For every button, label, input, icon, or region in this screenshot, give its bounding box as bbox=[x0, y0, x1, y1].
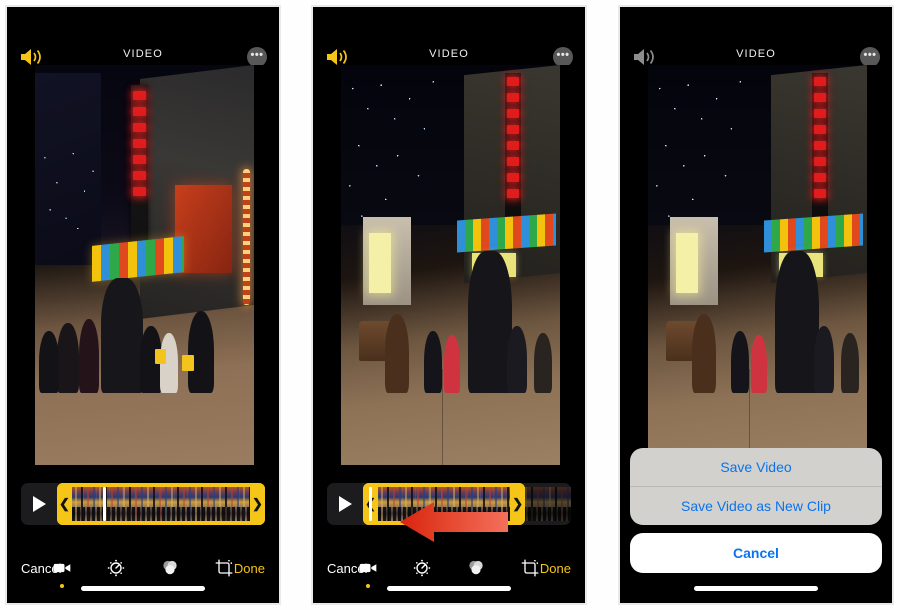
page-title: VIDEO bbox=[736, 48, 776, 60]
playhead-1[interactable] bbox=[102, 487, 106, 521]
crop-rotate-icon[interactable] bbox=[212, 556, 236, 580]
screenshot-stage: VIDEO ••• ❮ ❯ Cancel Done VIDEO ••• ❯ Ca… bbox=[0, 0, 900, 610]
done-button[interactable]: Done bbox=[234, 561, 265, 576]
edit-toolbar-1: Cancel Done bbox=[7, 547, 279, 589]
video-frame-2 bbox=[341, 65, 560, 465]
nav-bar: VIDEO ••• bbox=[313, 7, 585, 67]
chevron-right-handle[interactable]: ❯ bbox=[510, 483, 526, 525]
filmstrip-area-1[interactable]: ❮ ❯ bbox=[57, 483, 265, 525]
video-preview-area-2[interactable] bbox=[313, 65, 585, 465]
filters-icon[interactable] bbox=[464, 556, 488, 580]
home-indicator bbox=[387, 586, 511, 591]
crop-rotate-icon[interactable] bbox=[518, 556, 542, 580]
adjust-icon[interactable] bbox=[410, 556, 434, 580]
video-trim-icon[interactable] bbox=[356, 556, 380, 588]
save-action-sheet: Save Video Save Video as New Clip Cancel bbox=[630, 448, 882, 573]
edit-toolbar-2: Cancel Done bbox=[313, 547, 585, 589]
scene-string-lights bbox=[648, 65, 797, 233]
active-indicator-dot bbox=[366, 584, 370, 588]
filmstrip-area-2[interactable]: ❮ ❯ bbox=[363, 483, 571, 525]
video-preview-area-1[interactable] bbox=[7, 65, 279, 465]
video-trim-icon[interactable] bbox=[50, 556, 74, 588]
more-options-icon[interactable]: ••• bbox=[247, 47, 267, 67]
action-sheet-options: Save Video Save Video as New Clip bbox=[630, 448, 882, 525]
action-sheet-cancel-button[interactable]: Cancel bbox=[630, 533, 882, 573]
save-video-button[interactable]: Save Video bbox=[630, 448, 882, 486]
playhead-2[interactable] bbox=[369, 487, 373, 521]
trim-bar-2[interactable]: ❮ ❯ bbox=[327, 483, 571, 525]
scene-neon-vertical-sign bbox=[811, 73, 828, 233]
scene-crowd bbox=[648, 251, 867, 393]
phone-screen-3: VIDEO ••• Save Video Save Video as New C… bbox=[618, 5, 894, 605]
nav-bar: VIDEO ••• bbox=[620, 7, 892, 67]
more-options-dots: ••• bbox=[250, 48, 264, 61]
adjust-icon[interactable] bbox=[104, 556, 128, 580]
nav-bar: VIDEO ••• bbox=[7, 7, 279, 67]
play-icon[interactable] bbox=[21, 483, 57, 525]
scene-neon-vertical-sign bbox=[131, 85, 149, 261]
done-button[interactable]: Done bbox=[540, 561, 571, 576]
phone-screen-2: VIDEO ••• ❯ Cancel Done bbox=[311, 5, 587, 605]
home-indicator bbox=[81, 586, 205, 591]
scene-string-lights bbox=[37, 137, 103, 241]
more-options-icon[interactable]: ••• bbox=[553, 47, 573, 67]
page-title: VIDEO bbox=[123, 48, 163, 60]
video-still-street-wide bbox=[35, 65, 254, 465]
scene-neon-vertical-sign bbox=[504, 73, 521, 233]
play-triangle bbox=[338, 496, 352, 512]
active-indicator-dot bbox=[60, 584, 64, 588]
more-options-dots: ••• bbox=[863, 48, 877, 61]
home-indicator bbox=[694, 586, 818, 591]
chevron-right-handle[interactable]: ❯ bbox=[250, 483, 265, 525]
video-frame-1 bbox=[35, 65, 254, 465]
video-still-street-tight bbox=[341, 65, 560, 465]
video-frame-3 bbox=[648, 65, 867, 465]
filmstrip-thumbnails-2 bbox=[363, 487, 526, 521]
phone-screen-1: VIDEO ••• ❮ ❯ Cancel Done bbox=[5, 5, 281, 605]
more-options-icon[interactable]: ••• bbox=[860, 47, 880, 67]
chevron-left-handle[interactable]: ❮ bbox=[57, 483, 72, 525]
video-still-street-tight bbox=[648, 65, 867, 465]
more-options-dots: ••• bbox=[556, 48, 570, 61]
filmstrip-thumbnails-1 bbox=[57, 487, 265, 521]
save-video-as-new-clip-button[interactable]: Save Video as New Clip bbox=[630, 487, 882, 525]
play-triangle bbox=[32, 496, 46, 512]
play-icon[interactable] bbox=[327, 483, 363, 525]
page-title: VIDEO bbox=[429, 48, 469, 60]
trim-bar-1[interactable]: ❮ ❯ bbox=[21, 483, 265, 525]
filters-icon[interactable] bbox=[158, 556, 182, 580]
scene-crowd bbox=[35, 273, 254, 393]
scene-string-lights bbox=[341, 65, 490, 233]
scene-crowd bbox=[341, 251, 560, 393]
